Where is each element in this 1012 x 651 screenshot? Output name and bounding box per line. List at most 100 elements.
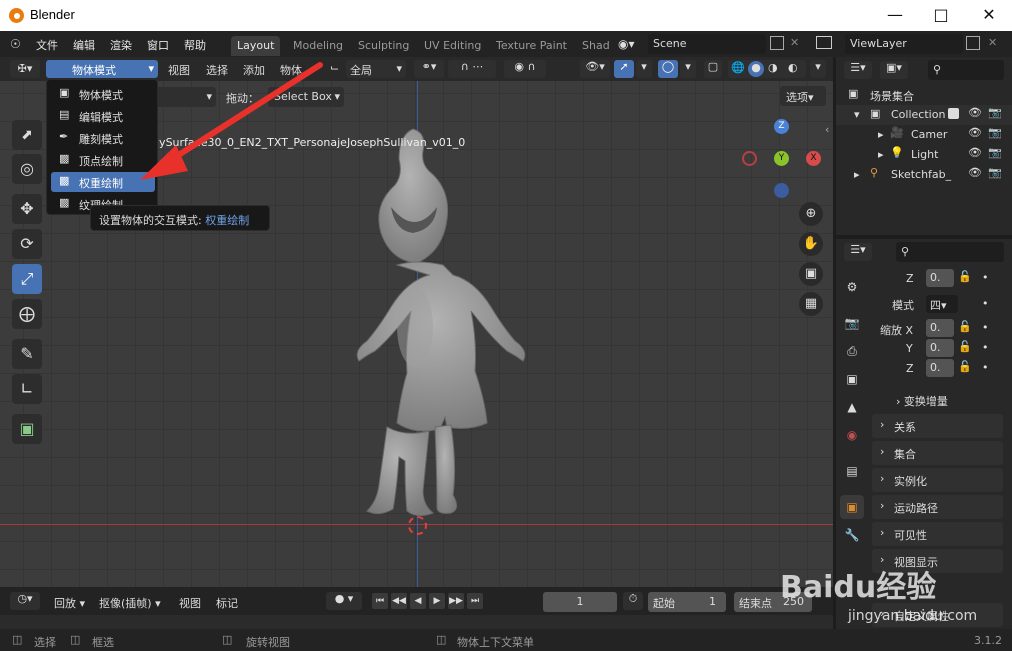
select-box-tool-icon[interactable]: ⬈ xyxy=(12,120,42,150)
outliner-row-camera[interactable]: ▸ 🎥 Camer 👁 📷 xyxy=(836,125,1012,145)
mode-field[interactable]: 四▾ xyxy=(926,295,958,313)
timeline-scrubber[interactable] xyxy=(0,615,833,629)
rendered-shading-icon[interactable]: ◐ xyxy=(788,61,798,74)
delta-transform-section[interactable]: › 变换增量 xyxy=(896,393,948,409)
collection-tab-icon[interactable]: ▤ xyxy=(840,459,864,483)
render-camera-icon[interactable]: 📷 xyxy=(988,106,1002,119)
visibility-eye-icon[interactable]: 👁 xyxy=(968,146,982,159)
transform-tool-icon[interactable]: ⨁ xyxy=(12,299,42,329)
material-shading-icon[interactable]: ◑ xyxy=(768,61,778,74)
lock-icon[interactable]: 🔓 xyxy=(958,320,972,333)
world-tab-icon[interactable]: ◉ xyxy=(840,423,864,447)
zoom-icon[interactable]: ⊕ xyxy=(799,202,823,226)
object-tab-icon[interactable]: ▣ xyxy=(840,495,864,519)
record-icon[interactable]: ● ▾ xyxy=(326,592,362,610)
section-collections[interactable]: › 集合 xyxy=(872,441,1003,465)
display-mode-icon[interactable]: ▣▾ xyxy=(880,61,908,79)
section-motion-paths[interactable]: › 运动路径 xyxy=(872,495,1003,519)
gizmo-z-icon[interactable]: Z xyxy=(774,119,789,134)
prev-keyframe-icon[interactable]: ◀◀ xyxy=(391,593,407,609)
section-visibility[interactable]: › 可见性 xyxy=(872,522,1003,546)
orientation-dropdown[interactable]: 全局 ▾ xyxy=(346,60,406,78)
solid-shading-icon[interactable]: ● xyxy=(748,61,764,77)
keyframe-dot-icon[interactable]: • xyxy=(982,361,989,374)
editor-type-icon[interactable]: ✠▾ xyxy=(10,60,40,78)
pivot-icon[interactable]: ⚭▾ xyxy=(414,60,444,78)
rotate-tool-icon[interactable]: ⟳ xyxy=(12,229,42,259)
jump-start-icon[interactable]: ⏮ xyxy=(372,593,388,609)
snap-icon[interactable]: ∩ ⋯ xyxy=(448,60,496,78)
current-frame-field[interactable]: 1 xyxy=(543,592,617,612)
menu-file[interactable]: 文件 xyxy=(36,37,58,53)
perspective-grid-icon[interactable]: ▦ xyxy=(799,292,823,316)
tab-modeling[interactable]: Modeling xyxy=(287,36,349,56)
loc-z-field[interactable]: 0. xyxy=(926,269,954,287)
menu-render[interactable]: 渲染 xyxy=(110,37,132,53)
tab-shading[interactable]: Shad xyxy=(576,36,616,56)
new-view-layer-icon[interactable] xyxy=(966,36,980,50)
gizmo-x-icon[interactable]: X xyxy=(806,151,821,166)
gizmo-neg-x-icon[interactable] xyxy=(742,151,757,166)
blender-menu-icon[interactable]: ☉ xyxy=(10,37,26,51)
keyframe-dot-icon[interactable]: • xyxy=(982,321,989,334)
scene-collection-row[interactable]: ▣ 场景集合 xyxy=(836,85,1012,105)
expand-chevron-icon[interactable]: ▸ xyxy=(854,168,860,181)
render-camera-icon[interactable]: 📷 xyxy=(988,126,1002,139)
remove-scene-icon[interactable]: ✕ xyxy=(790,36,799,49)
timeline-view-menu[interactable]: 视图 xyxy=(179,595,201,611)
shading-modes[interactable]: 🌐 ● ◑ ◐ xyxy=(728,60,806,78)
start-frame-field[interactable]: 起始 1 xyxy=(648,592,726,612)
move-tool-icon[interactable]: ✥ xyxy=(12,194,42,224)
outliner-row-sketchfab[interactable]: ▸ ⚲ Sketchfab_ 👁 📷 xyxy=(836,165,1012,185)
render-tab-icon[interactable]: 📷 xyxy=(840,311,864,335)
view-layer-field[interactable]: ViewLayer xyxy=(845,34,963,54)
pan-hand-icon[interactable]: ✋ xyxy=(799,232,823,256)
annotate-tool-icon[interactable]: ✎ xyxy=(12,339,42,369)
view-layer-icon[interactable] xyxy=(816,36,832,49)
collection-checkbox[interactable] xyxy=(948,108,959,119)
lock-icon[interactable]: 🔓 xyxy=(958,360,972,373)
add-cube-tool-icon[interactable]: ▣ xyxy=(12,414,42,444)
next-keyframe-icon[interactable]: ▶▶ xyxy=(448,593,464,609)
tab-layout[interactable]: Layout xyxy=(231,36,281,56)
scene-tab-icon[interactable]: ▲ xyxy=(840,395,864,419)
view-layer-tab-icon[interactable]: ▣ xyxy=(840,367,864,391)
section-instancing[interactable]: › 实例化 xyxy=(872,468,1003,492)
modifier-tab-icon[interactable]: 🔧 xyxy=(840,523,864,547)
section-relations[interactable]: › 关系 xyxy=(872,414,1003,438)
gizmo-neg-z-icon[interactable] xyxy=(774,183,789,198)
marker-menu[interactable]: 标记 xyxy=(216,595,238,611)
visibility-eye-icon[interactable]: 👁 xyxy=(968,166,982,179)
sidebar-toggle-icon[interactable]: ‹ xyxy=(825,123,829,136)
keyframe-dot-icon[interactable]: • xyxy=(982,297,989,310)
close-button[interactable]: ✕ xyxy=(966,0,1012,31)
cursor-tool-icon[interactable]: ◎ xyxy=(12,154,42,184)
outliner-row-light[interactable]: ▸ 💡 Light 👁 📷 xyxy=(836,145,1012,165)
scene-field[interactable]: Scene xyxy=(648,34,766,54)
scale-z-field[interactable]: 0. xyxy=(926,359,954,377)
scene-icon[interactable]: ◉▾ xyxy=(618,37,635,51)
scale-tool-icon[interactable]: ⤢ xyxy=(12,264,42,294)
character-model[interactable] xyxy=(295,127,545,522)
keyframe-dot-icon[interactable]: • xyxy=(982,341,989,354)
overlay-toggle-icon[interactable]: ◯ xyxy=(658,60,678,78)
outliner-search-input[interactable]: ⚲ xyxy=(928,60,1004,80)
minimize-button[interactable]: — xyxy=(872,0,918,31)
render-camera-icon[interactable]: 📷 xyxy=(988,166,1002,179)
wireframe-shading-icon[interactable]: 🌐 xyxy=(731,61,745,74)
camera-view-icon[interactable]: ▣ xyxy=(799,262,823,286)
keyframe-dot-icon[interactable]: • xyxy=(982,271,989,284)
outliner-row-collection[interactable]: ▾ ▣ Collection 👁 📷 xyxy=(836,105,1012,125)
maximize-button[interactable]: □ xyxy=(918,0,964,31)
play-reverse-icon[interactable]: ◀ xyxy=(410,593,426,609)
keying-menu[interactable]: 抠像(插帧) ▾ xyxy=(99,595,161,611)
jump-end-icon[interactable]: ⏭ xyxy=(467,593,483,609)
remove-view-layer-icon[interactable]: ✕ xyxy=(988,36,997,49)
lock-icon[interactable]: 🔓 xyxy=(958,270,972,283)
visibility-icon[interactable]: 👁▾ xyxy=(580,60,610,78)
playback-menu[interactable]: 回放 ▾ xyxy=(54,595,85,611)
scale-x-field[interactable]: 0. xyxy=(926,319,954,337)
stopwatch-icon[interactable]: ⏱ xyxy=(623,592,643,610)
outliner-editor-icon[interactable]: ☰▾ xyxy=(844,61,872,79)
xray-icon[interactable]: ▢ xyxy=(704,60,722,78)
